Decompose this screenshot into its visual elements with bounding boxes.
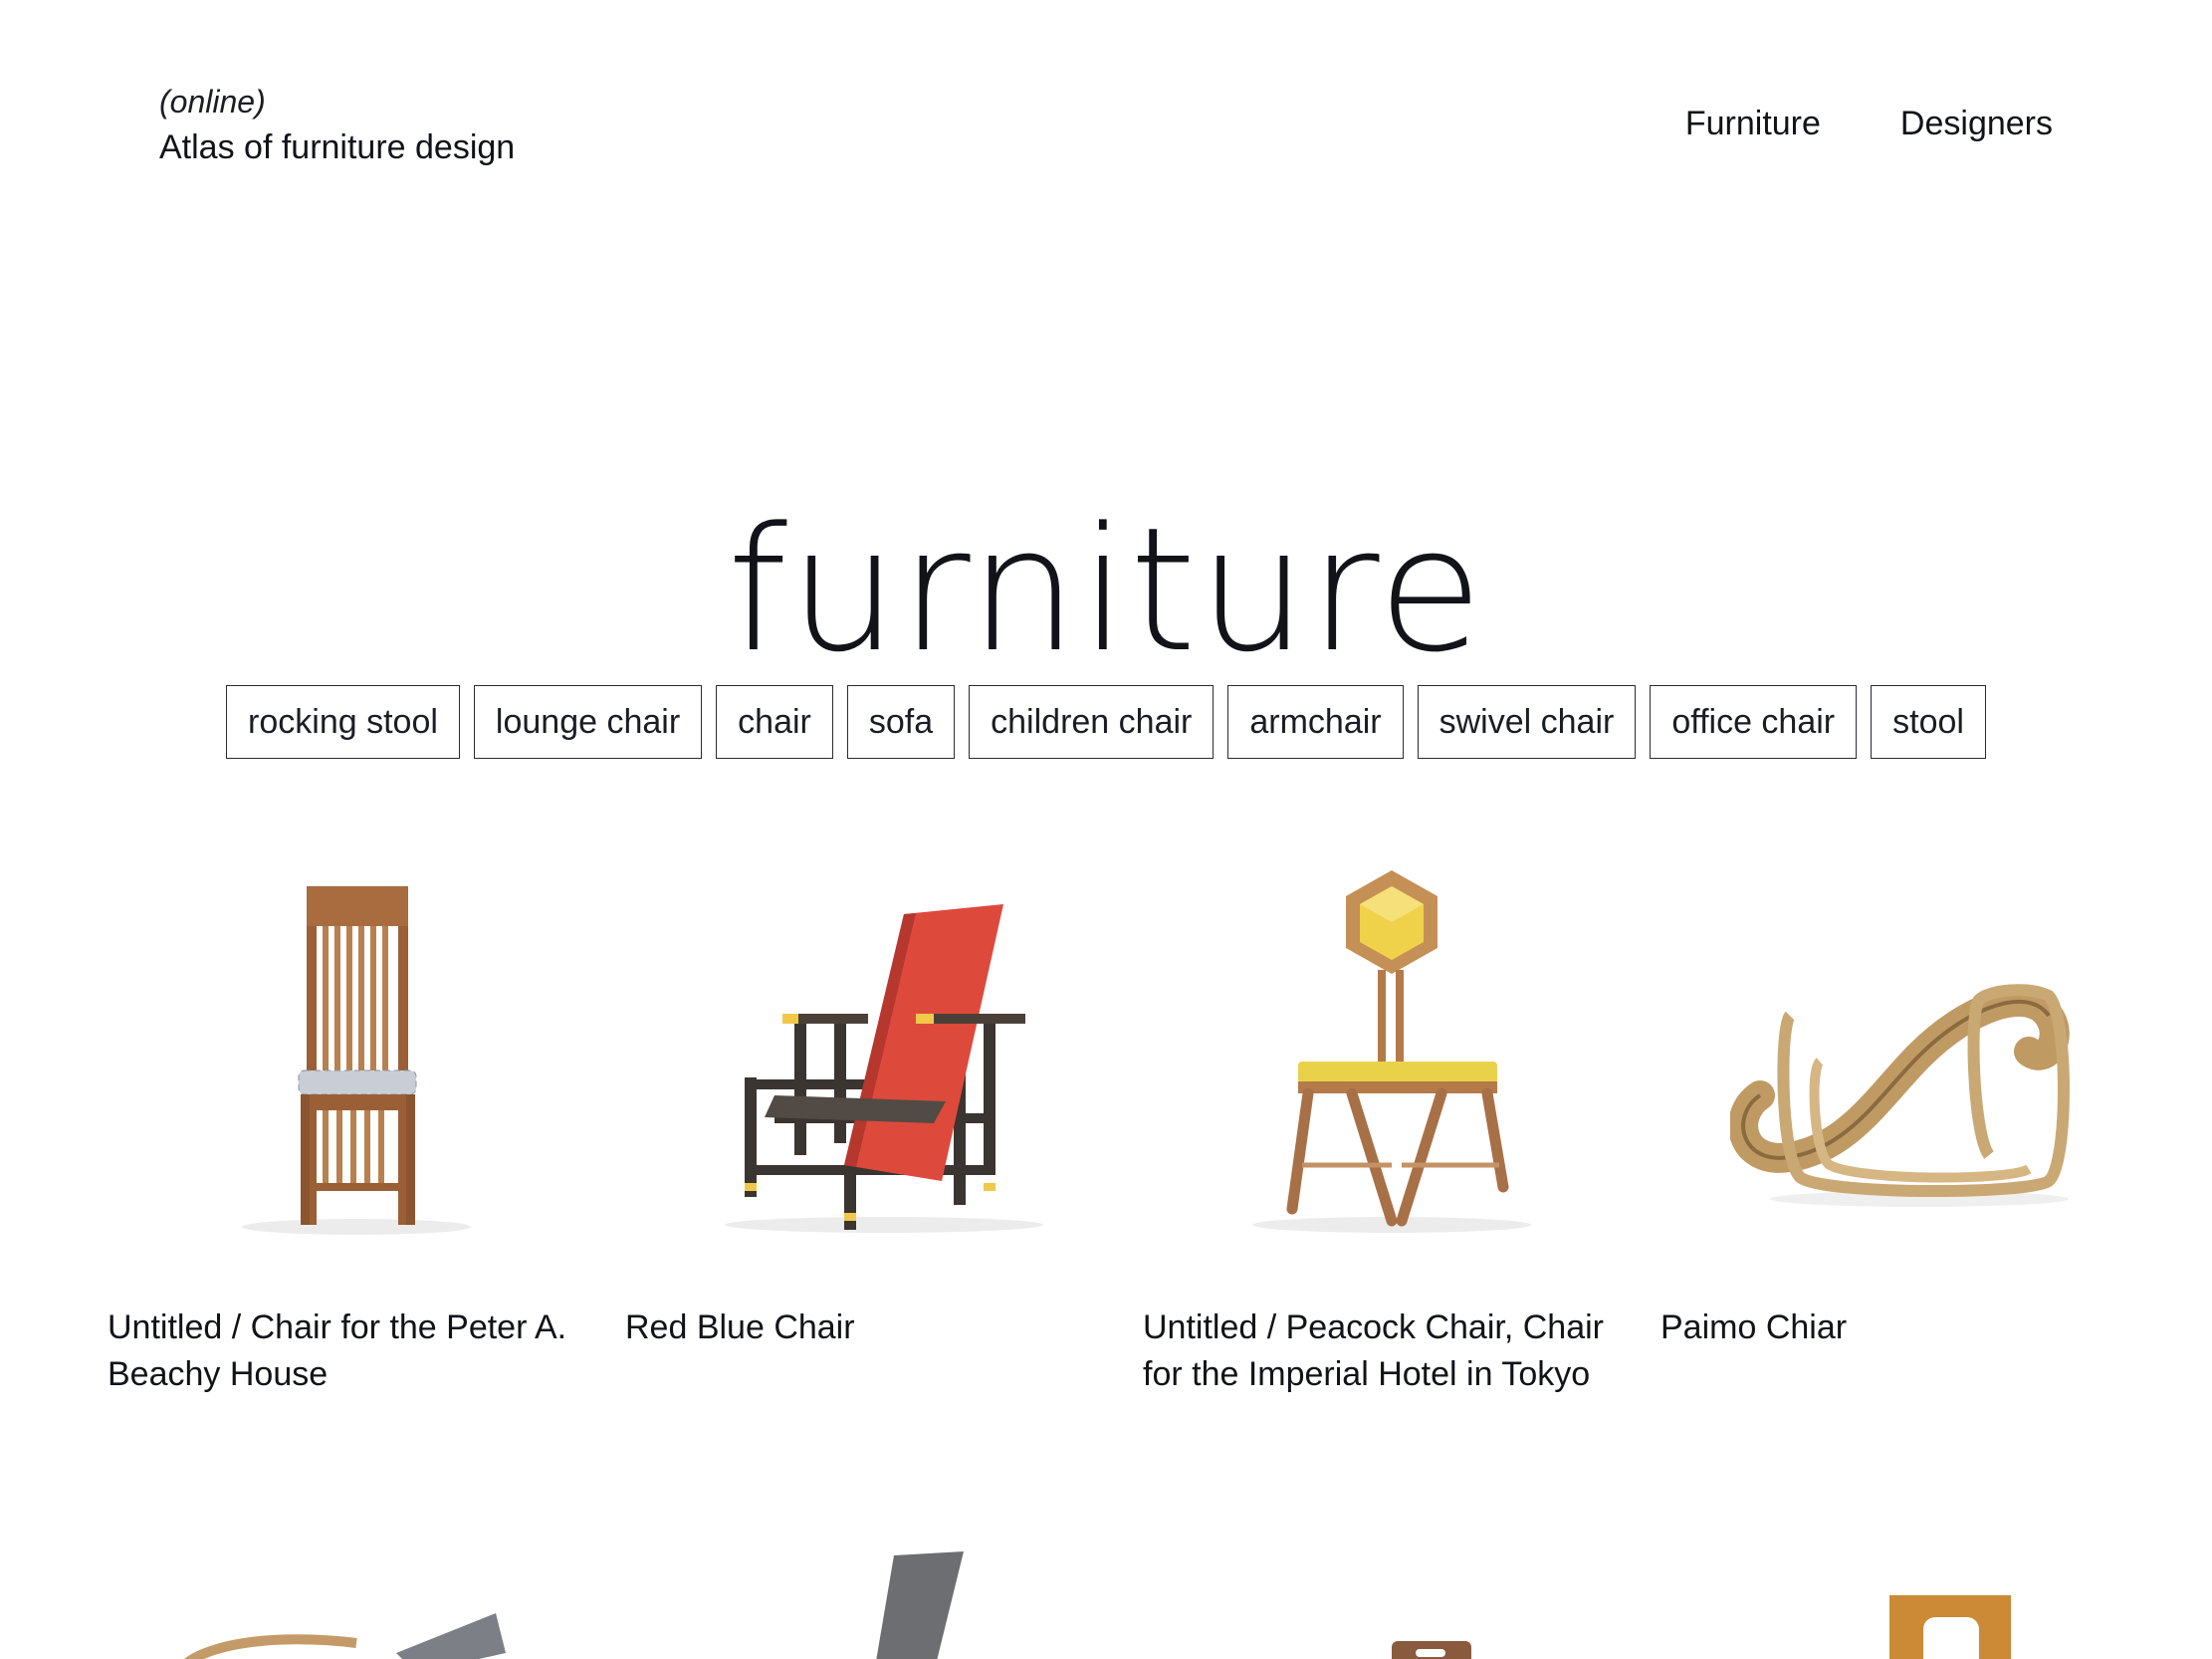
furniture-card[interactable]: Paimo Chiar [1660, 856, 2158, 1398]
nav-designers[interactable]: Designers [1900, 100, 2053, 147]
stacking-chair-image[interactable] [1660, 1534, 2134, 1659]
filter-sofa[interactable]: sofa [846, 685, 956, 759]
furniture-card[interactable]: Red Blue Chair [625, 856, 1123, 1398]
category-filters: rocking stool lounge chair chair sofa ch… [0, 685, 2212, 759]
nav-furniture[interactable]: Furniture [1685, 100, 1821, 147]
filter-stool[interactable]: stool [1871, 685, 1986, 759]
paimio-chair-image[interactable] [1660, 856, 2158, 1255]
furniture-title[interactable]: Untitled / Chair for the Peter A. Beachy… [108, 1304, 575, 1398]
furniture-card[interactable]: Untitled / Chair for the Peter A. Beachy… [108, 856, 605, 1398]
filter-children-chair[interactable]: children chair [969, 685, 1215, 759]
furniture-grid: Untitled / Chair for the Peter A. Beachy… [108, 856, 2134, 1398]
peacock-chair-image[interactable] [1143, 856, 1641, 1255]
high-back-oak-chair-image[interactable] [108, 856, 605, 1255]
filter-office-chair[interactable]: office chair [1650, 685, 1858, 759]
lounge-chair-image[interactable] [108, 1534, 605, 1659]
furniture-grid-row-2 [108, 1534, 2134, 1659]
brand-title[interactable]: Atlas of furniture design [159, 123, 515, 171]
filter-lounge-chair[interactable]: lounge chair [473, 685, 703, 759]
filter-armchair[interactable]: armchair [1227, 685, 1404, 759]
main-nav: Furniture Designers [1685, 100, 2053, 147]
small-chair-image[interactable] [1143, 1534, 1641, 1659]
furniture-card[interactable]: Untitled / Peacock Chair, Chair for the … [1143, 856, 1641, 1398]
furniture-title[interactable]: Untitled / Peacock Chair, Chair for the … [1143, 1304, 1611, 1398]
page-title: furniture [727, 490, 1485, 691]
chaise-image[interactable] [625, 1534, 1123, 1659]
site-brand[interactable]: (online) Atlas of furniture design [159, 80, 515, 171]
filter-rocking-stool[interactable]: rocking stool [226, 685, 460, 759]
filter-swivel-chair[interactable]: swivel chair [1417, 685, 1637, 759]
furniture-title[interactable]: Paimo Chiar [1660, 1304, 2128, 1351]
furniture-title[interactable]: Red Blue Chair [625, 1304, 1093, 1351]
filter-chair[interactable]: chair [716, 685, 833, 759]
brand-subtitle: (online) [159, 84, 266, 119]
red-blue-chair-image[interactable] [625, 856, 1123, 1255]
